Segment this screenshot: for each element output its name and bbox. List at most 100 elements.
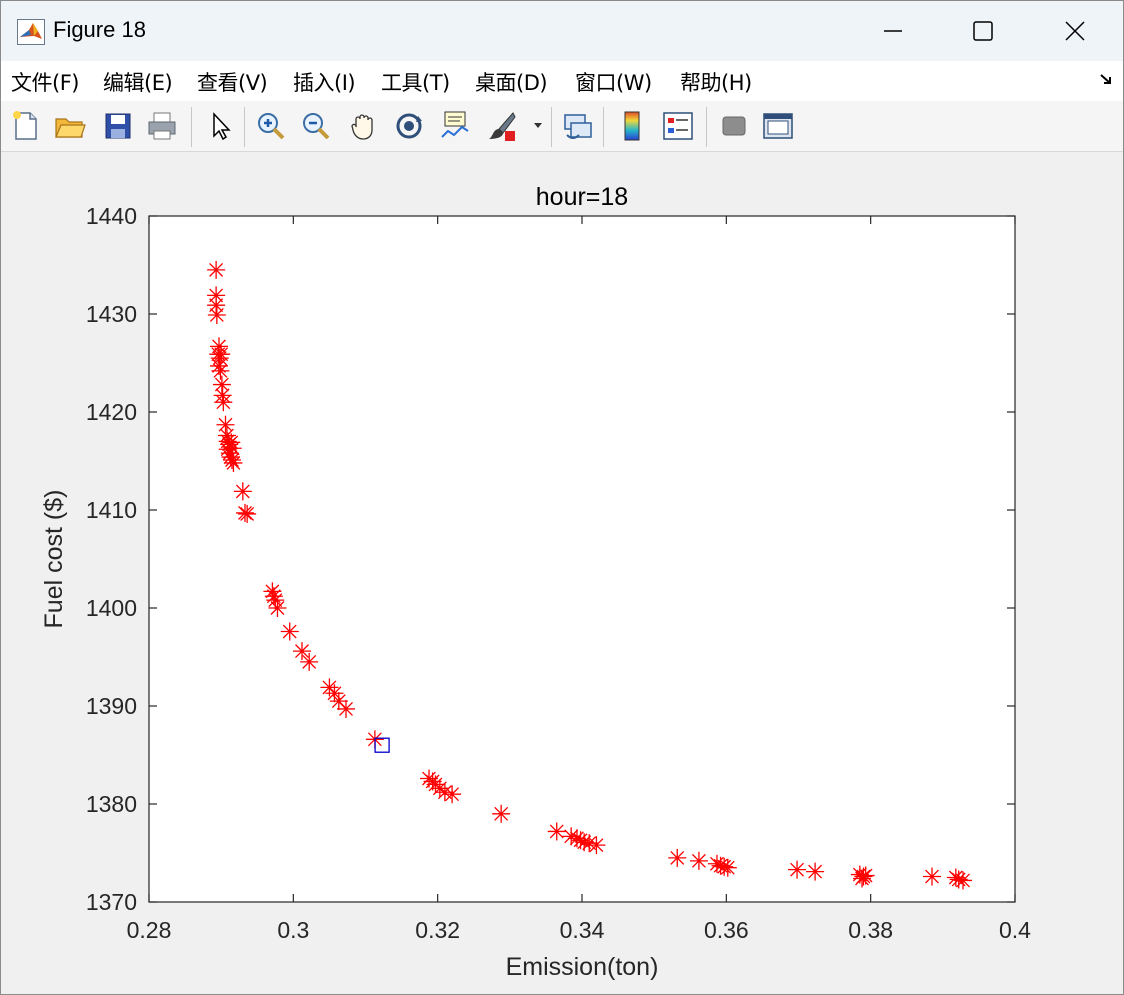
- toolbar-separator: [191, 107, 192, 147]
- figure-toolbar: [1, 101, 1123, 152]
- data-cursor-icon[interactable]: [438, 109, 472, 143]
- menu-view[interactable]: 查看(V): [197, 67, 268, 97]
- data-point-asterisk: [224, 453, 243, 472]
- print-icon[interactable]: [145, 109, 179, 143]
- data-point-asterisk: [580, 834, 599, 853]
- data-point-asterisk: [492, 804, 511, 823]
- y-tick-label: 1420: [86, 399, 137, 425]
- y-axis-label: Fuel cost ($): [40, 490, 68, 629]
- data-point-asterisk: [233, 482, 252, 501]
- toolbar-separator: [603, 107, 604, 147]
- close-icon: [1065, 21, 1085, 41]
- x-axis-label: Emission(ton): [506, 953, 659, 981]
- menu-insert[interactable]: 插入(I): [293, 67, 356, 97]
- y-tick-label: 1430: [86, 301, 137, 327]
- data-point-asterisk: [211, 361, 230, 380]
- close-button[interactable]: [1029, 1, 1121, 61]
- menu-edit[interactable]: 编辑(E): [103, 67, 173, 97]
- toolbar-separator: [706, 107, 707, 147]
- toolbar-separator: [551, 107, 552, 147]
- pan-icon[interactable]: [347, 109, 381, 143]
- menu-bar: 文件(F) 编辑(E) 查看(V) 插入(I) 工具(T) 桌面(D) 窗口(W…: [1, 61, 1123, 101]
- show-plot-tools-icon[interactable]: [761, 109, 795, 143]
- menu-desktop[interactable]: 桌面(D): [475, 67, 548, 97]
- link-plot-icon[interactable]: [561, 109, 595, 143]
- figure-canvas[interactable]: 0.28 0.3 0.32 0.34 0.36 0.38 0.4 1370 1380 1390 14…: [1, 152, 1123, 994]
- new-figure-icon[interactable]: [9, 109, 43, 143]
- x-tick-label: 0.3: [277, 917, 309, 943]
- hide-plot-tools-icon[interactable]: [717, 109, 751, 143]
- title-bar[interactable]: Figure 18: [1, 1, 1123, 61]
- data-point-asterisk: [923, 867, 942, 886]
- open-file-icon[interactable]: [53, 109, 87, 143]
- maximize-icon: [973, 21, 993, 41]
- pointer-icon[interactable]: [204, 109, 238, 143]
- window-title: Figure 18: [53, 17, 146, 42]
- rotate-3d-icon[interactable]: [392, 109, 426, 143]
- data-point-asterisk: [207, 305, 226, 324]
- figure-window: Figure 18 文件(F) 编辑(E) 查看(V) 插入(I) 工具(T) …: [0, 0, 1124, 995]
- chart-title: hour=18: [536, 183, 628, 211]
- y-tick-label: 1410: [86, 497, 137, 523]
- data-point-asterisk: [212, 345, 231, 364]
- data-point-asterisk: [711, 856, 730, 875]
- data-point-asterisk: [238, 504, 257, 523]
- data-point-asterisk: [547, 822, 566, 841]
- menu-window[interactable]: 窗口(W): [575, 67, 652, 97]
- data-point-asterisk: [806, 862, 825, 881]
- data-point-asterisk: [264, 587, 283, 606]
- data-point-asterisk: [292, 642, 311, 661]
- data-point-asterisk: [300, 652, 319, 671]
- data-point-asterisk: [946, 868, 965, 887]
- x-tick-label: 0.4: [999, 917, 1031, 943]
- y-tick-label: 1440: [86, 203, 137, 229]
- data-point-asterisk: [668, 848, 687, 867]
- dock-figure-icon[interactable]: [1098, 71, 1114, 87]
- data-point-asterisk: [214, 393, 233, 412]
- data-point-asterisk: [587, 836, 606, 855]
- brush-dropdown-icon[interactable]: [533, 121, 543, 129]
- data-point-asterisk: [949, 870, 968, 889]
- data-point-asterisk: [223, 439, 242, 458]
- x-tick-label: 0.28: [127, 917, 172, 943]
- data-point-asterisk: [718, 858, 737, 877]
- data-point-asterisk: [853, 869, 872, 888]
- data-point-asterisk: [337, 699, 356, 718]
- brush-icon[interactable]: [485, 109, 519, 143]
- data-point-asterisk: [443, 785, 462, 804]
- scatter-chart: 0.28 0.3 0.32 0.34 0.36 0.38 0.4 1370 1380 1390 14…: [40, 183, 1031, 981]
- zoom-in-icon[interactable]: [254, 109, 288, 143]
- save-icon[interactable]: [101, 109, 135, 143]
- minimize-icon: [884, 30, 902, 32]
- data-point-asterisk: [435, 783, 454, 802]
- data-point-asterisk: [954, 871, 973, 890]
- data-point-asterisk: [715, 857, 734, 876]
- menu-tools[interactable]: 工具(T): [381, 67, 450, 97]
- data-point-asterisk: [207, 260, 226, 279]
- x-tick-label: 0.32: [415, 917, 460, 943]
- data-point-asterisk: [788, 860, 807, 879]
- data-point-asterisk: [280, 622, 299, 641]
- zoom-out-icon[interactable]: [299, 109, 333, 143]
- x-tick-label: 0.34: [560, 917, 605, 943]
- y-tick-label: 1400: [86, 595, 137, 621]
- data-point-asterisk: [235, 503, 254, 522]
- y-tick-label: 1370: [86, 889, 137, 915]
- x-tick-label: 0.36: [704, 917, 749, 943]
- toolbar-separator: [244, 107, 245, 147]
- matlab-logo-icon: [17, 19, 45, 45]
- maximize-button[interactable]: [937, 1, 1029, 61]
- data-point-asterisk: [212, 375, 231, 394]
- x-tick-label: 0.38: [848, 917, 893, 943]
- menu-file[interactable]: 文件(F): [11, 67, 79, 97]
- axes-background: [148, 215, 1016, 903]
- data-point-asterisk: [207, 296, 226, 315]
- colorbar-icon[interactable]: [615, 109, 649, 143]
- menu-help[interactable]: 帮助(H): [680, 67, 752, 97]
- data-point-asterisk: [689, 851, 708, 870]
- minimize-button[interactable]: [847, 1, 939, 61]
- data-point-asterisk: [268, 599, 287, 617]
- y-tick-label: 1390: [86, 693, 137, 719]
- y-tick-label: 1380: [86, 791, 137, 817]
- legend-icon[interactable]: [661, 109, 695, 143]
